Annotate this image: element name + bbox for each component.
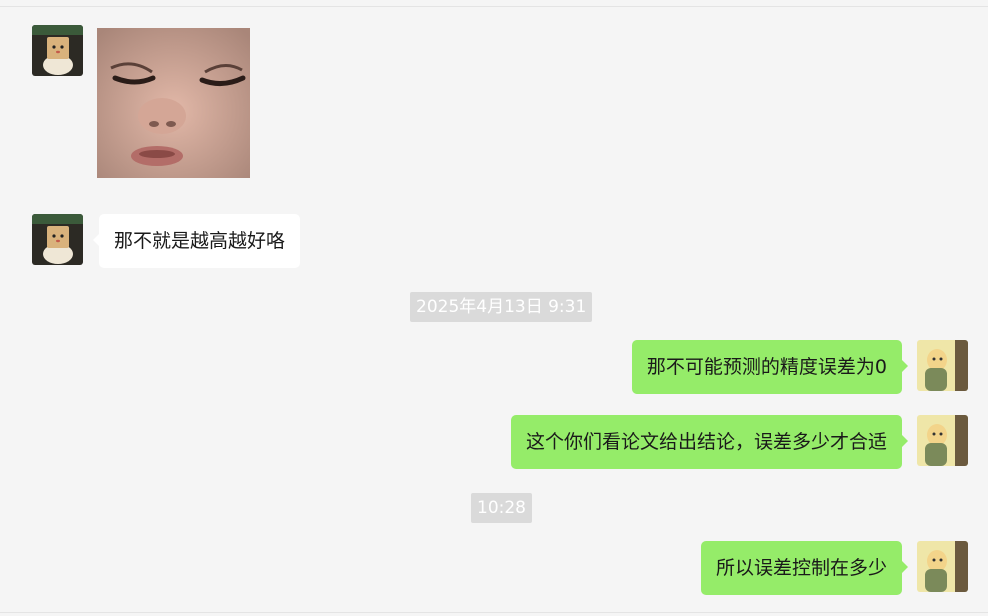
message-timestamp: 2025年4月13日 9:31 bbox=[410, 292, 593, 322]
message-text: 所以误差控制在多少 bbox=[715, 557, 887, 579]
self-avatar[interactable] bbox=[917, 415, 968, 466]
message-timestamp: 10:28 bbox=[471, 493, 532, 523]
self-avatar[interactable] bbox=[917, 340, 968, 391]
message-bubble-incoming[interactable]: 那不就是越高越好咯 bbox=[92, 214, 301, 268]
message-text: 这个你们看论文给出结论，误差多少才合适 bbox=[525, 431, 887, 453]
top-divider bbox=[0, 6, 988, 7]
bottom-divider bbox=[0, 612, 988, 613]
message-bubble-outgoing[interactable]: 那不可能预测的精度误差为0 bbox=[631, 340, 909, 394]
message-text: 那不就是越高越好咯 bbox=[114, 230, 286, 252]
contact-avatar[interactable] bbox=[32, 25, 83, 76]
message-bubble-outgoing[interactable]: 所以误差控制在多少 bbox=[700, 541, 909, 595]
message-bubble-outgoing[interactable]: 这个你们看论文给出结论，误差多少才合适 bbox=[510, 415, 909, 469]
message-text: 那不可能预测的精度误差为0 bbox=[646, 356, 887, 378]
self-avatar[interactable] bbox=[917, 541, 968, 592]
contact-avatar[interactable] bbox=[32, 214, 83, 265]
baby-face-sticker[interactable] bbox=[97, 28, 250, 178]
